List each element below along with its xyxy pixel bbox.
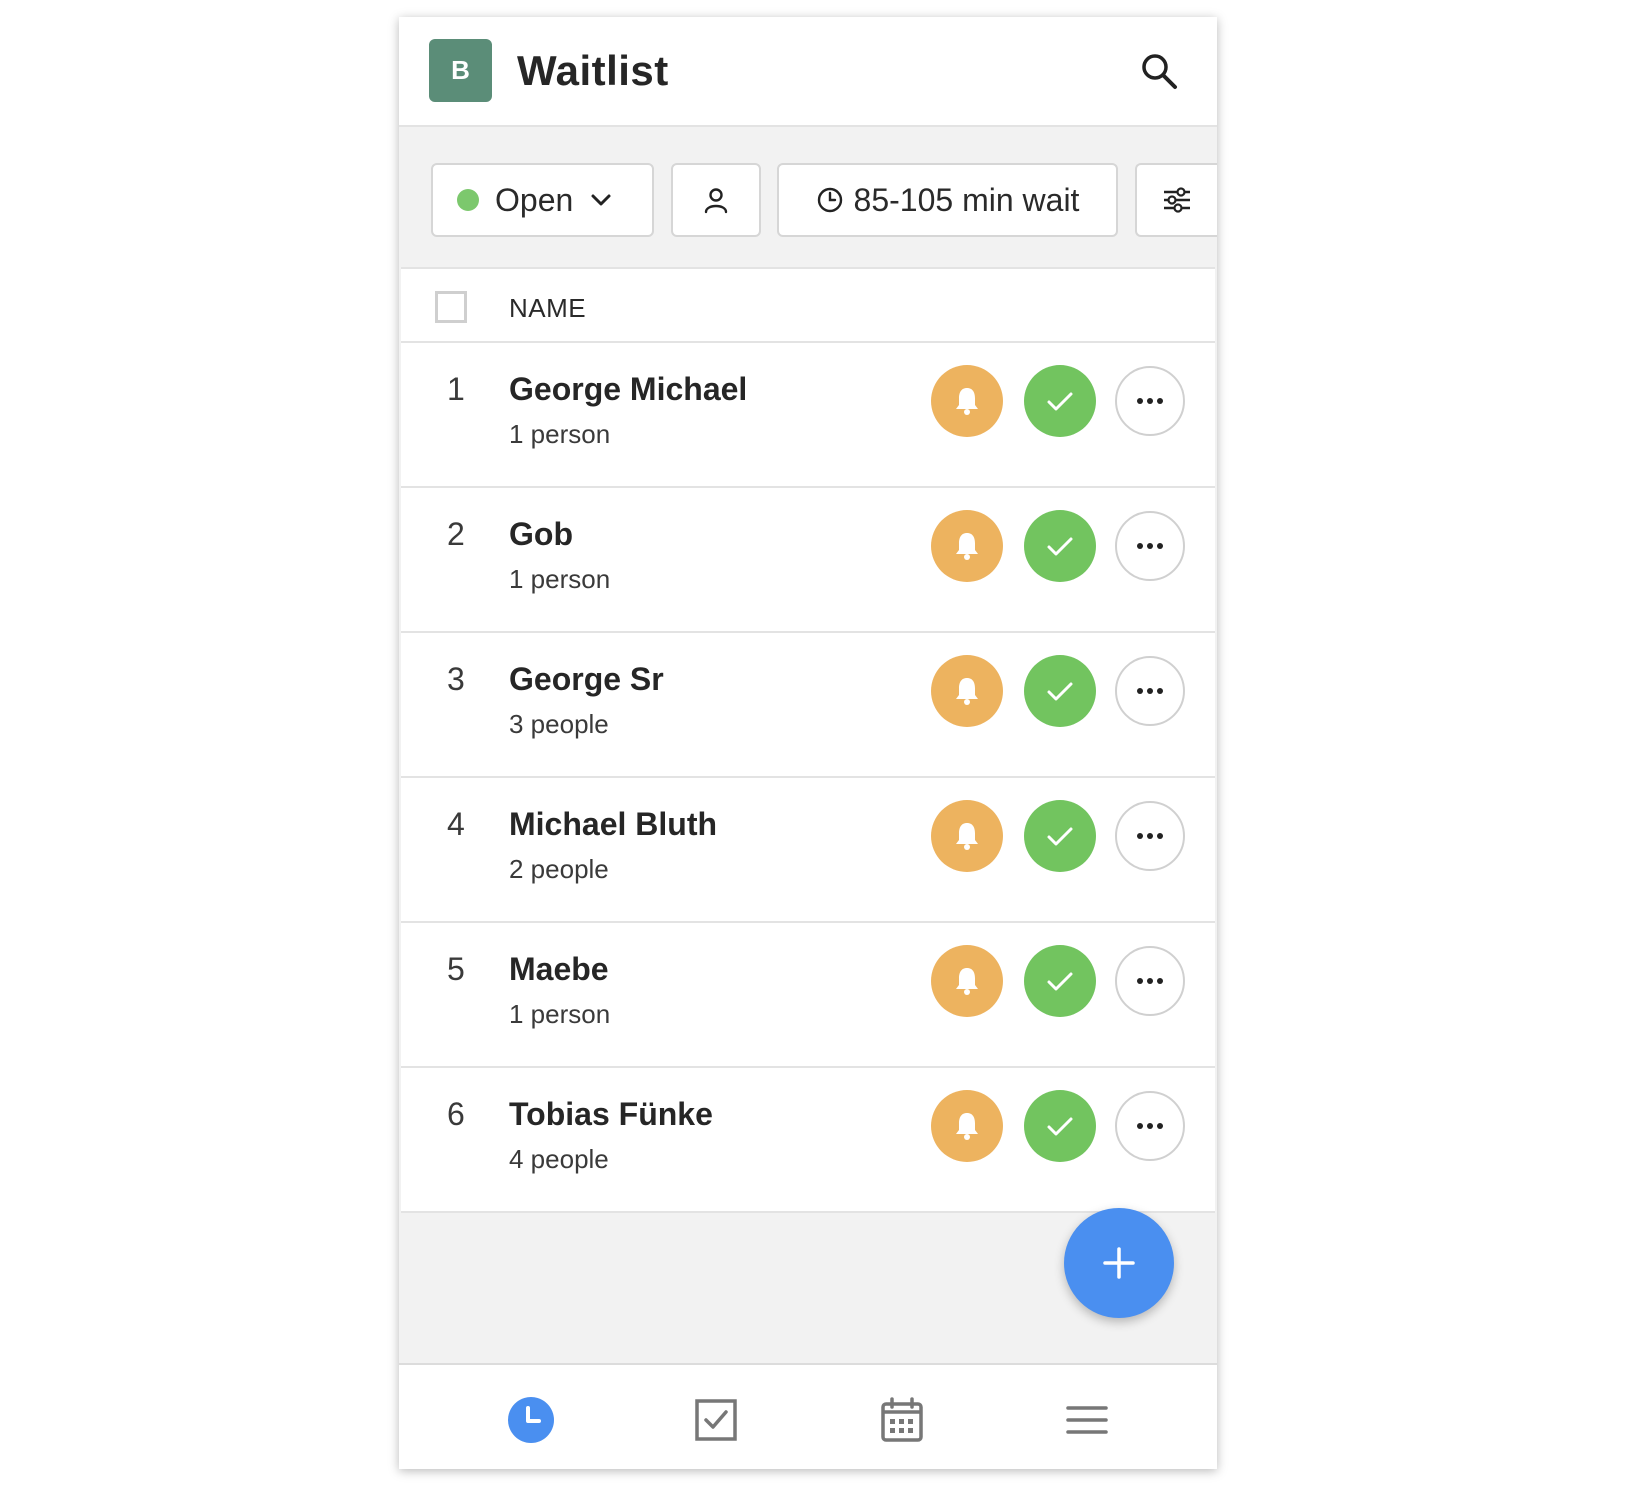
plus-icon	[1103, 1247, 1135, 1279]
more-icon	[1137, 978, 1163, 984]
more-options-button[interactable]	[1115, 946, 1185, 1016]
party-size: 3 people	[509, 709, 609, 739]
seat-button[interactable]	[1024, 655, 1096, 727]
nav-reservations[interactable]	[691, 1395, 741, 1445]
nav-calendar[interactable]	[877, 1395, 927, 1445]
bell-icon	[956, 678, 978, 705]
party-size: 1 person	[509, 419, 611, 449]
notify-button[interactable]	[931, 800, 1003, 872]
seat-button[interactable]	[1024, 800, 1096, 872]
menu-icon	[1066, 1406, 1108, 1434]
table-row[interactable]: 4 Michael Bluth 2 people	[401, 778, 1215, 923]
brand-logo: B	[429, 39, 492, 102]
more-options-button[interactable]	[1115, 511, 1185, 581]
table-row[interactable]: 1 George Michael 1 person	[401, 343, 1215, 488]
notify-button[interactable]	[931, 365, 1003, 437]
check-icon	[1047, 827, 1073, 846]
party-size-button[interactable]	[671, 163, 761, 237]
app-frame: B Waitlist Open 85-105 min wait NAME 1 G…	[399, 17, 1217, 1469]
clock-icon	[508, 1397, 554, 1443]
add-guest-button[interactable]	[1064, 1208, 1174, 1318]
seat-button[interactable]	[1024, 1090, 1096, 1162]
sliders-icon	[1164, 187, 1190, 213]
queue-position: 4	[447, 806, 465, 842]
bell-icon	[956, 388, 978, 415]
party-size: 1 person	[509, 999, 611, 1029]
seat-button[interactable]	[1024, 945, 1096, 1017]
notify-button[interactable]	[931, 655, 1003, 727]
party-size: 4 people	[509, 1144, 609, 1174]
wait-time-button[interactable]: 85-105 min wait	[777, 163, 1118, 237]
check-icon	[1047, 1117, 1073, 1136]
check-icon	[1047, 972, 1073, 991]
queue-position: 3	[447, 661, 465, 697]
bell-icon	[956, 1113, 978, 1140]
guest-name: Maebe	[509, 951, 609, 987]
search-button[interactable]	[1139, 51, 1179, 91]
more-options-button[interactable]	[1115, 366, 1185, 436]
guest-name: George Sr	[509, 661, 664, 697]
more-icon	[1137, 688, 1163, 694]
queue-position: 2	[447, 516, 465, 552]
status-dropdown[interactable]: Open	[431, 163, 654, 237]
nav-menu[interactable]	[1062, 1395, 1112, 1445]
check-icon	[1047, 392, 1073, 411]
checkbox-icon	[695, 1399, 737, 1441]
queue-position: 1	[447, 371, 465, 407]
check-icon	[1047, 537, 1073, 556]
select-all-checkbox[interactable]	[435, 291, 467, 323]
more-options-button[interactable]	[1115, 656, 1185, 726]
seat-button[interactable]	[1024, 365, 1096, 437]
bottom-nav	[399, 1363, 1217, 1469]
search-icon	[1142, 54, 1177, 89]
column-header-name: NAME	[509, 293, 587, 323]
notify-button[interactable]	[931, 945, 1003, 1017]
queue-position: 5	[447, 951, 465, 987]
table-header: NAME	[401, 267, 1215, 343]
more-icon	[1137, 543, 1163, 549]
bell-icon	[956, 823, 978, 850]
notify-button[interactable]	[931, 510, 1003, 582]
chevron-down-icon	[591, 194, 611, 206]
party-size: 2 people	[509, 854, 609, 884]
more-options-button[interactable]	[1115, 1091, 1185, 1161]
nav-waitlist[interactable]	[506, 1395, 556, 1445]
bell-icon	[956, 968, 978, 995]
check-icon	[1047, 682, 1073, 701]
table-row[interactable]: 3 George Sr 3 people	[401, 633, 1215, 778]
filter-toolbar: Open 85-105 min wait	[399, 129, 1217, 264]
app-header: B Waitlist	[399, 17, 1217, 127]
waitlist-table: NAME 1 George Michael 1 person 2 Gob 1 p…	[401, 267, 1215, 1213]
clock-icon	[817, 187, 842, 213]
queue-position: 6	[447, 1096, 465, 1132]
status-dot	[457, 189, 479, 211]
table-row[interactable]: 5 Maebe 1 person	[401, 923, 1215, 1068]
bell-icon	[956, 533, 978, 560]
calendar-icon	[881, 1397, 923, 1442]
wait-time-label: 85-105 min wait	[853, 181, 1080, 218]
status-label: Open	[495, 181, 574, 218]
filter-settings-button[interactable]	[1135, 163, 1217, 237]
more-icon	[1137, 398, 1163, 404]
seat-button[interactable]	[1024, 510, 1096, 582]
party-size: 1 person	[509, 564, 611, 594]
guest-name: George Michael	[509, 371, 748, 407]
notify-button[interactable]	[931, 1090, 1003, 1162]
table-row[interactable]: 6 Tobias Fünke 4 people	[401, 1068, 1215, 1213]
page-title: Waitlist	[517, 47, 669, 94]
guest-name: Tobias Fünke	[509, 1096, 713, 1132]
person-icon	[704, 188, 728, 214]
table-row[interactable]: 2 Gob 1 person	[401, 488, 1215, 633]
guest-name: Gob	[509, 516, 573, 552]
guest-name: Michael Bluth	[509, 806, 718, 842]
more-options-button[interactable]	[1115, 801, 1185, 871]
more-icon	[1137, 1123, 1163, 1129]
more-icon	[1137, 833, 1163, 839]
